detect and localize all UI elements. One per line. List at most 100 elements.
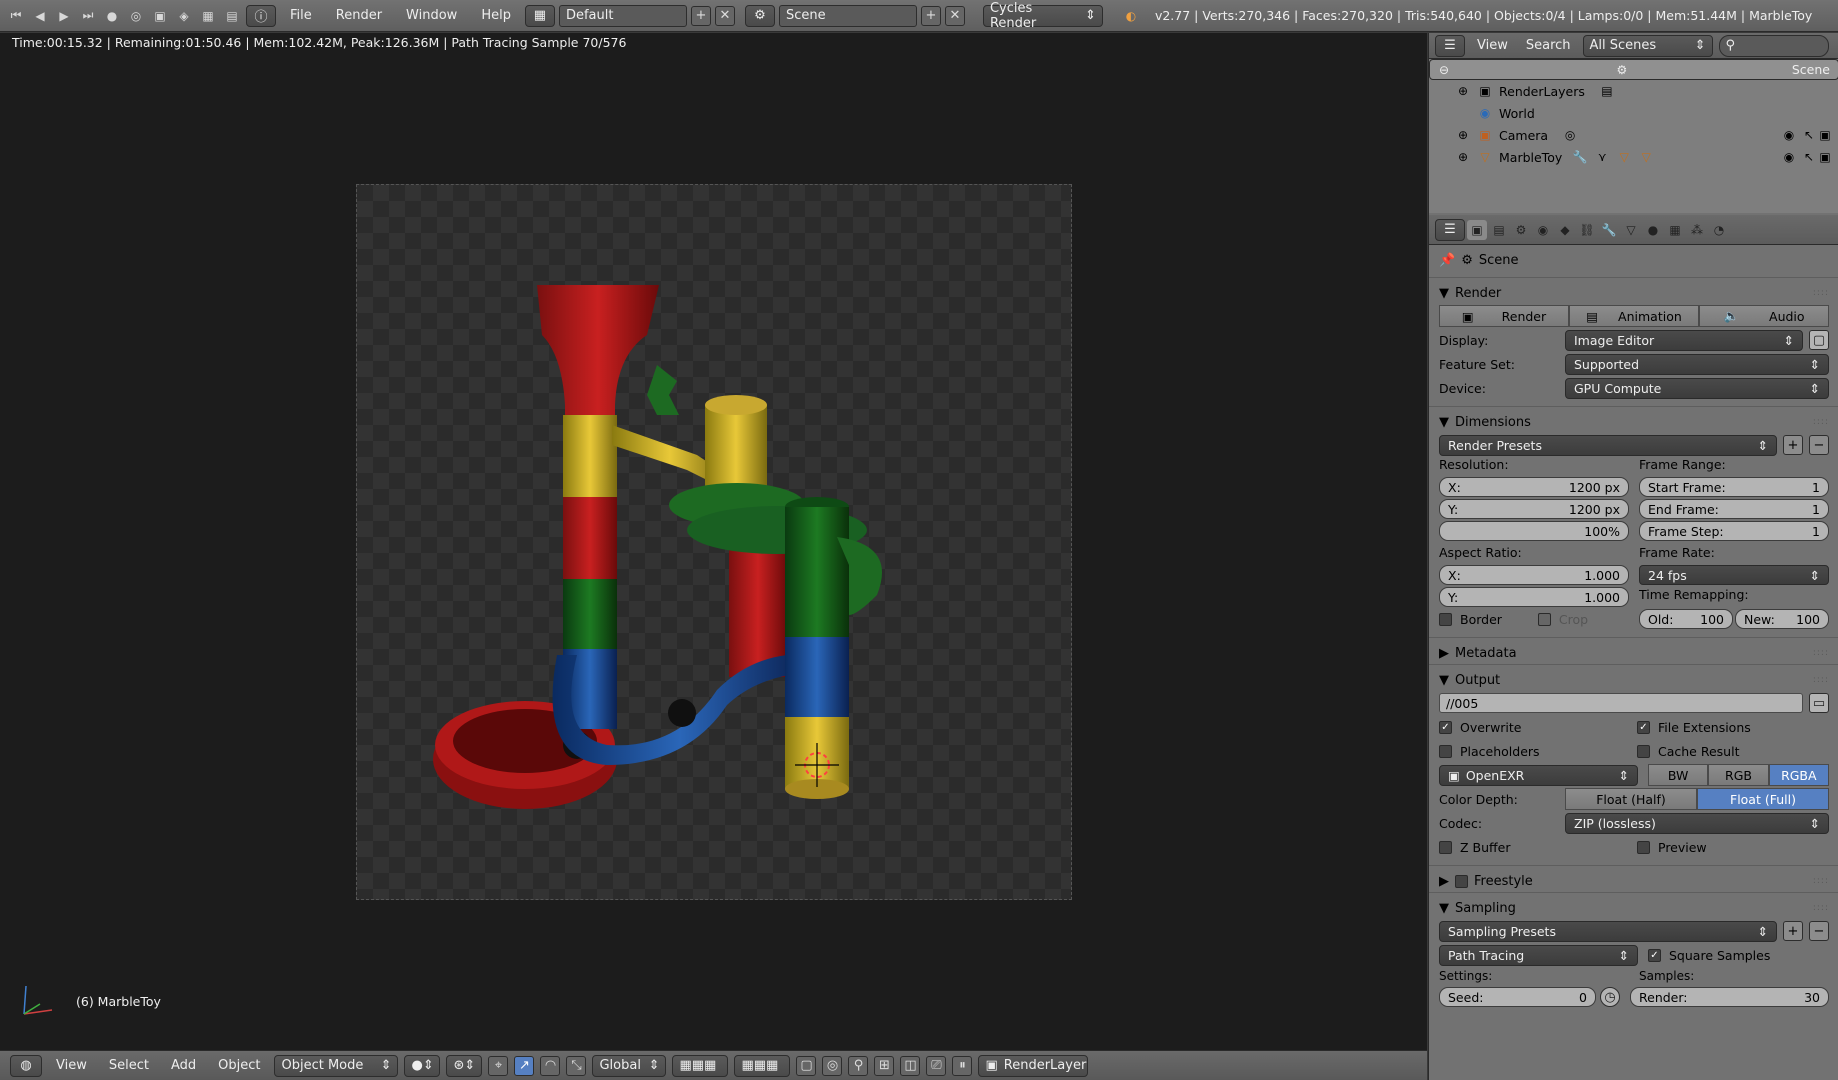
outliner-filter-select[interactable]: All Scenes ⇕ xyxy=(1582,34,1713,57)
proportional-edit-icon[interactable]: ◎ xyxy=(822,1055,843,1076)
add-sampling-preset-button[interactable]: + xyxy=(1783,921,1803,941)
layers-grid-b[interactable]: ▦▦▦ xyxy=(734,1054,791,1077)
file-extensions-checkbox[interactable]: ✓ File Extensions xyxy=(1637,716,1829,738)
expand-icon[interactable]: ⊕ xyxy=(1455,83,1471,99)
time-old-field[interactable]: Old: 100 xyxy=(1639,609,1733,629)
tab-texture-icon[interactable]: ▦ xyxy=(1665,220,1685,240)
render-engine-select[interactable]: Cycles Render ⇕ xyxy=(982,1,1103,31)
layers-grid-a[interactable]: ▦▦▦ xyxy=(672,1054,729,1077)
visibility-eye-icon[interactable]: ◉ xyxy=(1781,149,1797,165)
tab-data-icon[interactable]: ▽ xyxy=(1621,220,1641,240)
drag-grip-icon[interactable]: :::: xyxy=(1813,903,1829,913)
color-mode-bw[interactable]: BW xyxy=(1648,764,1709,786)
overwrite-checkbox[interactable]: ✓ Overwrite xyxy=(1439,716,1631,738)
shading-select[interactable]: ●⇕ xyxy=(404,1054,441,1077)
scene-icon[interactable]: ⚙ xyxy=(744,4,775,27)
shield-icon[interactable]: ◈ xyxy=(174,6,194,26)
scale-icon[interactable]: ⤡ xyxy=(566,1055,587,1076)
snap-icon[interactable]: ⚲ xyxy=(848,1055,869,1076)
animated-seed-clock-icon[interactable]: ◷ xyxy=(1600,987,1620,1007)
menu-select[interactable]: Select xyxy=(101,1058,157,1073)
output-path-input[interactable]: //005 xyxy=(1439,693,1803,713)
time-new-field[interactable]: New: 100 xyxy=(1735,609,1829,629)
rotate-icon[interactable]: ◠ xyxy=(540,1055,561,1076)
file-format-select[interactable]: ▣ OpenEXR ⇕ xyxy=(1439,764,1638,786)
frame-step-field[interactable]: Frame Step: 1 xyxy=(1639,521,1829,541)
audio-button[interactable]: 🔈 Audio xyxy=(1699,305,1829,327)
tab-render-icon[interactable]: ▣ xyxy=(1467,219,1487,240)
editor-type-properties[interactable]: ☰ xyxy=(1435,218,1465,241)
3d-viewport[interactable]: Time:00:15.32 | Remaining:01:50.46 | Mem… xyxy=(0,33,1427,1050)
drag-grip-icon[interactable]: :::: xyxy=(1813,288,1829,298)
start-frame-field[interactable]: Start Frame: 1 xyxy=(1639,477,1829,497)
seed-field[interactable]: Seed: 0 xyxy=(1439,987,1596,1007)
play-reverse-icon[interactable]: ◀ xyxy=(30,6,50,26)
render-presets-select[interactable]: Render Presets ⇕ xyxy=(1439,434,1777,456)
layout-field[interactable]: Default xyxy=(558,4,687,27)
keying-icon[interactable]: ◎ xyxy=(126,6,146,26)
pin-icon[interactable]: 📌 xyxy=(1439,253,1455,268)
folder-icon[interactable]: ▭ xyxy=(1809,693,1829,713)
render-layer-field[interactable]: ▣ RenderLayer xyxy=(978,1054,1089,1077)
editor-type-info[interactable]: ⓘ xyxy=(246,4,276,27)
render-button[interactable]: ▣ Render xyxy=(1439,305,1569,327)
metadata-panel-header[interactable]: ▶ Metadata:::: xyxy=(1439,642,1829,664)
play-icon[interactable]: ▶ xyxy=(54,6,74,26)
tab-particles-icon[interactable]: ⁂ xyxy=(1687,220,1707,240)
square-samples-checkbox[interactable]: ✓ Square Samples xyxy=(1648,944,1829,966)
expand-icon[interactable]: ⊕ xyxy=(1455,127,1471,143)
lock-layers-icon[interactable]: ▢ xyxy=(796,1055,817,1076)
menu-object[interactable]: Object xyxy=(210,1058,268,1073)
resolution-y-field[interactable]: Y: 1200 px xyxy=(1439,499,1629,519)
remove-layout-button[interactable]: ✕ xyxy=(714,5,735,26)
tab-physics-icon[interactable]: ◔ xyxy=(1709,220,1729,240)
checker-icon[interactable]: ▦ xyxy=(198,6,218,26)
render-samples-field[interactable]: Render: 30 xyxy=(1630,987,1829,1007)
integrator-select[interactable]: Path Tracing ⇕ xyxy=(1439,944,1638,966)
tab-modifiers-icon[interactable]: 🔧 xyxy=(1599,220,1619,240)
device-select[interactable]: GPU Compute ⇕ xyxy=(1565,377,1829,399)
tab-world-icon[interactable]: ◉ xyxy=(1533,220,1553,240)
resolution-percentage-field[interactable]: 100% xyxy=(1439,521,1629,541)
outliner-item-camera[interactable]: ⊕ ▣ Camera ◎ ◉ ↖ ▣ xyxy=(1429,124,1838,146)
outliner-search-menu[interactable]: Search xyxy=(1520,38,1577,53)
resolution-x-field[interactable]: X: 1200 px xyxy=(1439,477,1629,497)
add-layout-button[interactable]: + xyxy=(690,5,711,26)
mode-select[interactable]: Object Mode ⇕ xyxy=(274,1054,399,1077)
orientation-select[interactable]: Global ⇕ xyxy=(592,1054,667,1077)
visibility-eye-icon[interactable]: ◉ xyxy=(1781,127,1797,143)
end-frame-field[interactable]: End Frame: 1 xyxy=(1639,499,1829,519)
camera-icon[interactable]: ▤ xyxy=(222,6,242,26)
jump-start-icon[interactable]: ⏮ xyxy=(6,6,26,26)
scene-field[interactable]: Scene xyxy=(778,4,917,27)
expand-icon[interactable]: ⊕ xyxy=(1455,149,1471,165)
tab-render-layers-icon[interactable]: ▤ xyxy=(1489,220,1509,240)
remove-sampling-preset-button[interactable]: − xyxy=(1809,921,1829,941)
select-arrow-icon[interactable]: ↖ xyxy=(1801,127,1817,143)
add-preset-button[interactable]: + xyxy=(1783,435,1803,455)
dimensions-panel-header[interactable]: ▼ Dimensions:::: xyxy=(1439,411,1829,433)
key-icon[interactable]: ▣ xyxy=(150,6,170,26)
drag-grip-icon[interactable]: :::: xyxy=(1813,876,1829,886)
menu-add[interactable]: Add xyxy=(163,1058,204,1073)
frame-rate-select[interactable]: 24 fps ⇕ xyxy=(1639,565,1829,585)
remove-scene-button[interactable]: ✕ xyxy=(944,5,965,26)
select-arrow-icon[interactable]: ↖ xyxy=(1801,149,1817,165)
color-mode-rgb[interactable]: RGB xyxy=(1708,764,1769,786)
animation-button[interactable]: ▤ Animation xyxy=(1569,305,1699,327)
display-select[interactable]: Image Editor ⇕ xyxy=(1565,329,1803,351)
editor-type-3dview[interactable]: ◍ xyxy=(10,1054,42,1077)
crop-checkbox[interactable] xyxy=(1537,612,1551,626)
output-panel-header[interactable]: ▼ Output:::: xyxy=(1439,669,1829,691)
depth-float-full[interactable]: Float (Full) xyxy=(1697,788,1829,810)
render-camera-icon[interactable]: ▣ xyxy=(1817,149,1833,165)
outliner-item-world[interactable]: ◉ World xyxy=(1429,102,1838,124)
outliner-item-scene[interactable]: ⊖ ⚙ Scene xyxy=(1429,59,1838,80)
drag-grip-icon[interactable]: :::: xyxy=(1813,417,1829,427)
menu-help[interactable]: Help xyxy=(471,8,521,23)
drag-grip-icon[interactable]: :::: xyxy=(1813,675,1829,685)
sampling-panel-header[interactable]: ▼ Sampling:::: xyxy=(1439,897,1829,919)
depth-float-half[interactable]: Float (Half) xyxy=(1565,788,1697,810)
tab-scene-icon[interactable]: ⚙ xyxy=(1511,220,1531,240)
border-checkbox[interactable]: Border Crop xyxy=(1439,608,1629,630)
